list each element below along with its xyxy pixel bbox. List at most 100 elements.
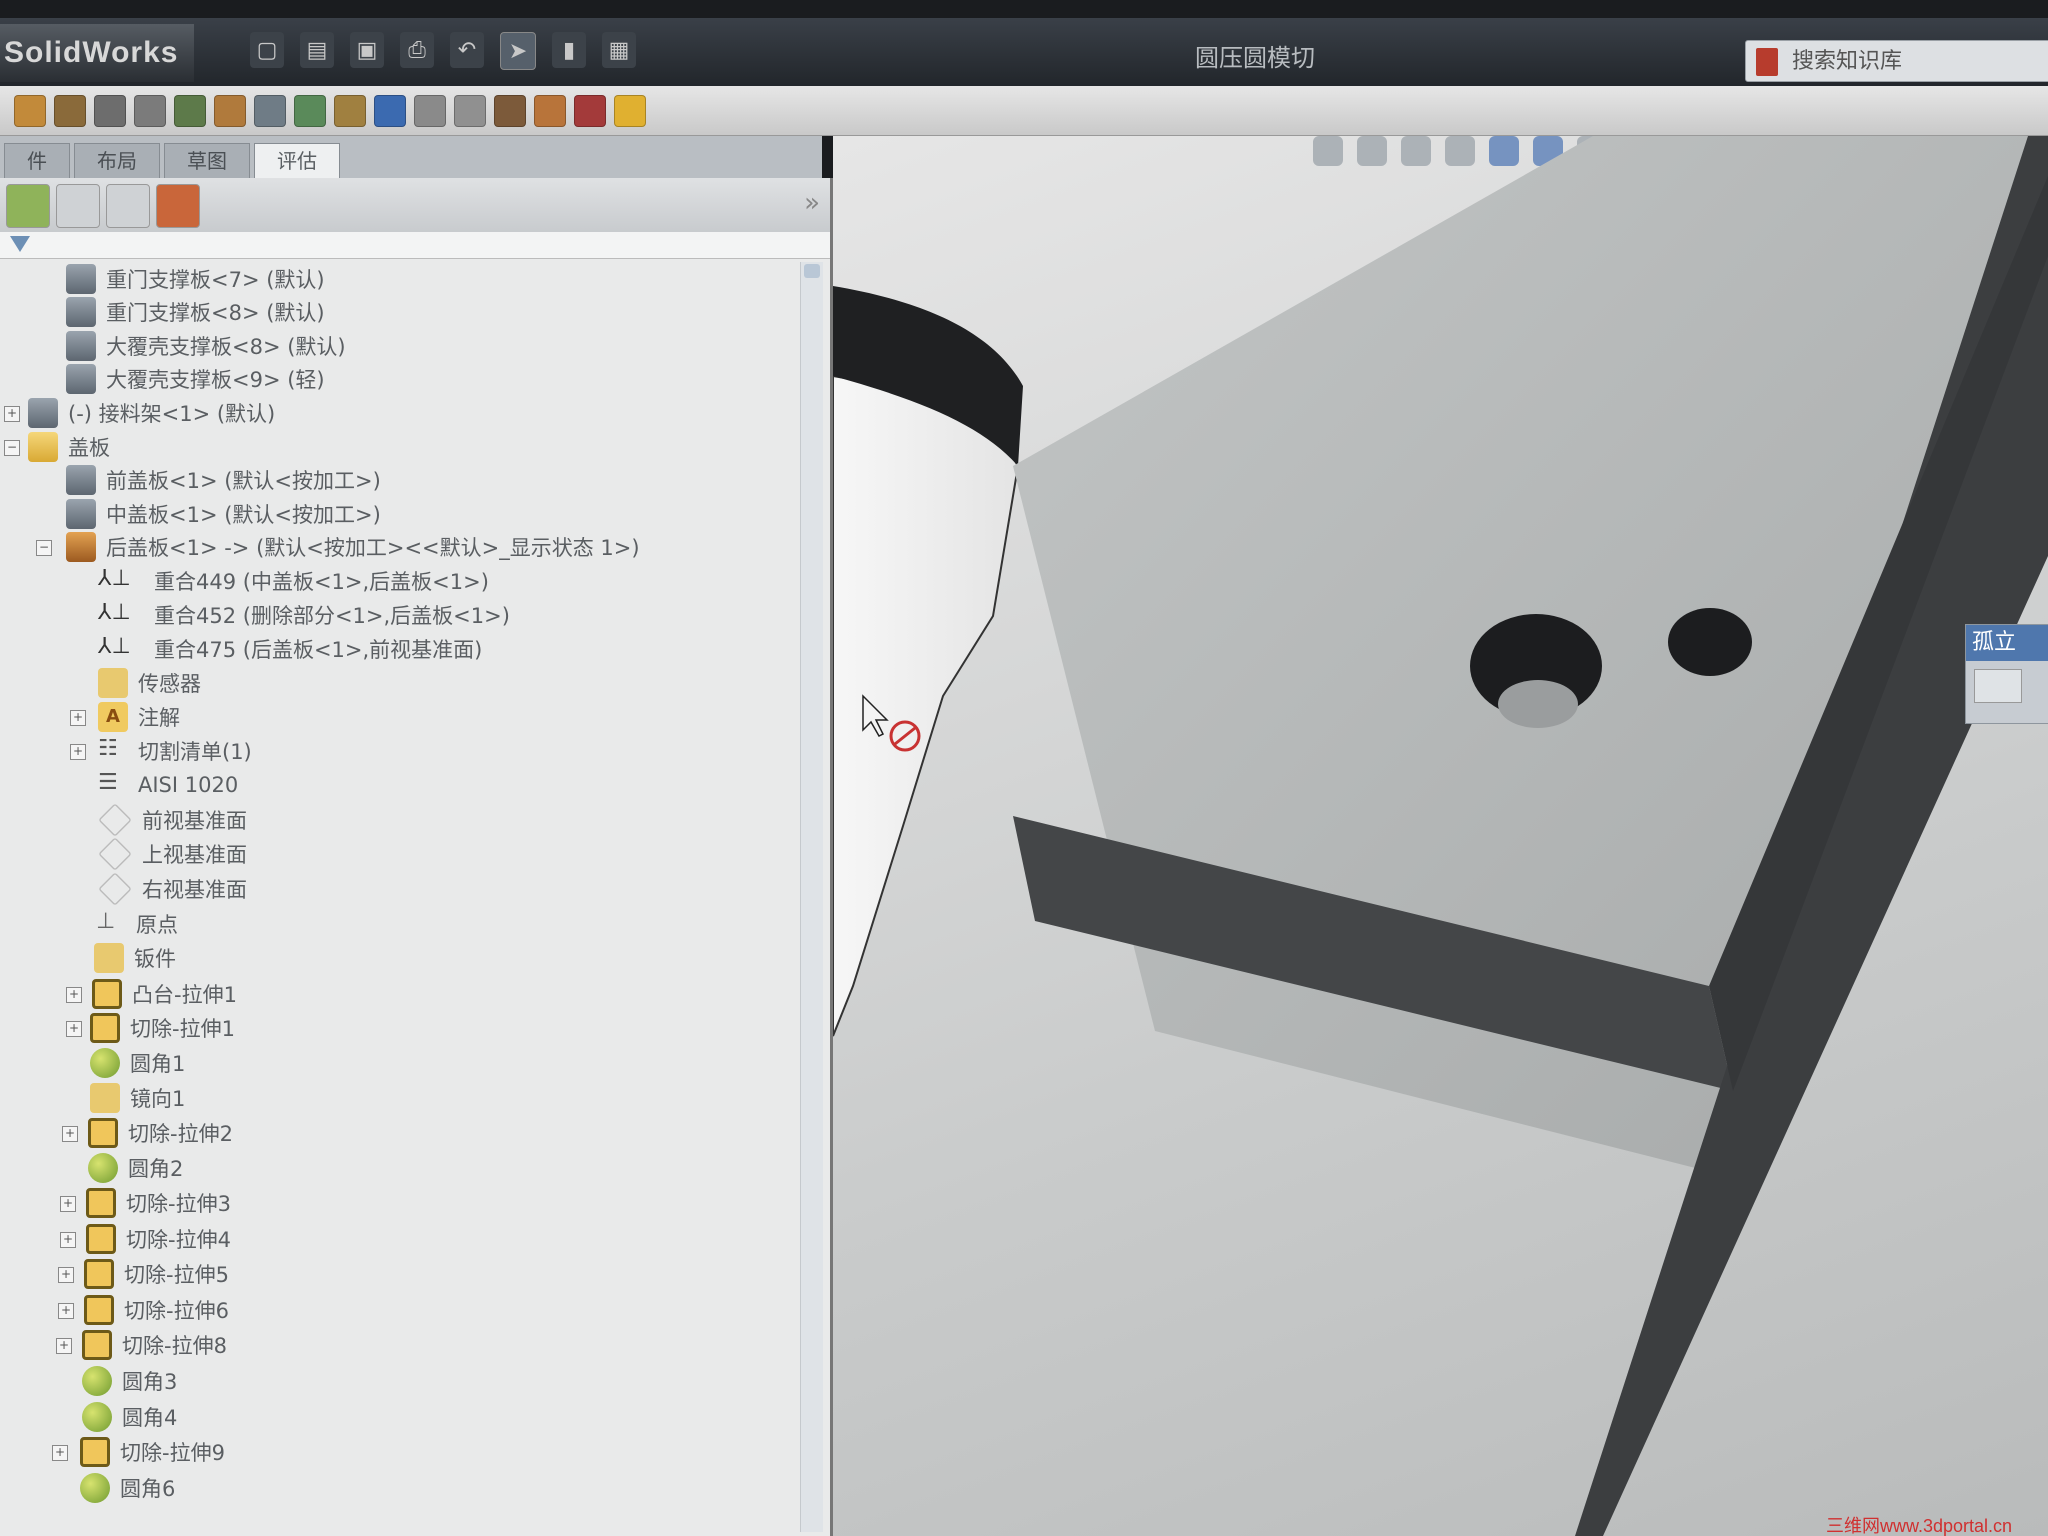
tree-item[interactable]: ⅄⊥ 重合449 (中盖板<1>,后盖板<1>) [98, 564, 489, 598]
tree-item[interactable]: ⊥ 原点 [96, 907, 178, 941]
assembly-features-icon[interactable] [214, 94, 246, 127]
tree-item[interactable]: 切除-拉伸4 [86, 1222, 231, 1256]
expand-toggle[interactable]: + [58, 1303, 74, 1319]
expand-toggle[interactable]: + [4, 406, 20, 422]
assembly-icon [66, 465, 96, 495]
insert-component-icon[interactable] [54, 94, 86, 127]
rebuild-icon[interactable]: ▮ [552, 32, 586, 68]
knowledge-search-box[interactable]: 搜索知识库 [1745, 40, 2048, 82]
expand-toggle[interactable]: + [60, 1232, 76, 1248]
tree-item[interactable]: 重门支撑板<7> (默认) [66, 262, 325, 296]
instant-3d-icon[interactable] [574, 94, 606, 127]
tree-item[interactable]: 圆角4 [82, 1400, 177, 1434]
select-pointer-icon[interactable]: ➤ [500, 32, 536, 70]
model-render [833, 136, 2048, 1536]
expand-toggle[interactable]: + [62, 1126, 78, 1142]
tree-item[interactable]: 前盖板<1> (默认<按加工>) [66, 463, 381, 497]
tree-item[interactable]: ☷ 切割清单(1) [98, 734, 252, 768]
tree-item-label: 前盖板<1> (默认<按加工>) [106, 469, 381, 493]
save-icon[interactable]: ▣ [350, 32, 384, 68]
reference-geometry-icon[interactable] [254, 94, 286, 127]
command-manager-tabs: 件 布局 草图 评估 [0, 136, 822, 178]
tree-item[interactable]: 后盖板<1> -> (默认<按加工><<默认>_显示状态 1>) [66, 530, 640, 564]
print-icon[interactable]: ⎙ [400, 32, 434, 68]
fillet-icon [82, 1402, 112, 1432]
tree-item[interactable]: 重门支撑板<8> (默认) [66, 295, 325, 329]
tree-item[interactable]: 切除-拉伸3 [86, 1186, 231, 1220]
expand-toggle[interactable]: + [66, 1021, 82, 1037]
plane-icon [98, 872, 132, 906]
expand-toggle[interactable]: + [58, 1267, 74, 1283]
expand-toggle[interactable]: + [70, 744, 86, 760]
assembly-icon [66, 364, 96, 394]
display-manager-icon[interactable] [156, 184, 200, 228]
tab-sketch[interactable]: 草图 [164, 143, 250, 178]
expand-toggle[interactable]: + [70, 710, 86, 726]
expand-toggle[interactable]: + [52, 1445, 68, 1461]
collapse-toggle[interactable]: − [36, 540, 52, 556]
tree-item[interactable]: ☰ AISI 1020 [98, 768, 238, 802]
tree-item[interactable]: 传感器 [98, 666, 201, 700]
tree-item[interactable]: 盖板 [28, 430, 110, 464]
tree-item[interactable]: 中盖板<1> (默认<按加工>) [66, 497, 381, 531]
new-document-icon[interactable]: ▢ [250, 32, 284, 68]
configuration-manager-icon[interactable] [106, 184, 150, 228]
interference-detection-icon[interactable] [454, 94, 486, 127]
explode-line-sketch-icon[interactable] [414, 94, 446, 127]
collapse-toggle[interactable]: − [4, 440, 20, 456]
open-folder-icon[interactable]: ▤ [300, 32, 334, 68]
tree-item[interactable]: 大覆壳支撑板<9> (轻) [66, 362, 325, 396]
feature-tree-icon[interactable] [6, 184, 50, 228]
tree-item[interactable]: ⅄⊥ 重合475 (后盖板<1>,前视基准面) [98, 632, 482, 666]
expand-toggle[interactable]: + [60, 1196, 76, 1212]
exit-isolate-button[interactable] [1974, 669, 2022, 703]
graphics-viewport[interactable] [833, 136, 2048, 1536]
tree-filter-row[interactable] [0, 232, 830, 259]
tree-item[interactable]: 圆角3 [82, 1364, 177, 1398]
file-properties-icon[interactable]: ▦ [602, 32, 636, 68]
property-manager-icon[interactable] [56, 184, 100, 228]
tree-item[interactable]: 圆角2 [88, 1151, 183, 1185]
tree-item[interactable]: 圆角1 [90, 1046, 185, 1080]
smart-fasteners-icon[interactable] [14, 94, 46, 127]
tab-layout[interactable]: 布局 [74, 143, 160, 178]
tree-item[interactable]: (-) 接料架<1> (默认) [28, 396, 275, 430]
expand-toggle[interactable]: + [66, 987, 82, 1003]
tree-item[interactable]: 切除-拉伸6 [84, 1293, 229, 1327]
document-title: 圆压圆模切 [1195, 44, 1315, 72]
move-component-icon[interactable] [134, 94, 166, 127]
tree-item[interactable]: 前视基准面 [98, 803, 247, 837]
tab-evaluate[interactable]: 评估 [254, 143, 340, 178]
tree-item[interactable]: 大覆壳支撑板<8> (默认) [66, 329, 346, 363]
clearance-verification-icon[interactable] [494, 94, 526, 127]
tree-item[interactable]: 切除-拉伸1 [90, 1011, 235, 1045]
expand-toggle[interactable]: + [56, 1338, 72, 1354]
tree-item[interactable]: 凸台-拉伸1 [92, 977, 237, 1011]
tree-item[interactable]: A 注解 [98, 700, 180, 734]
tree-item[interactable]: 上视基准面 [98, 837, 247, 871]
tree-item[interactable]: 圆角6 [80, 1471, 175, 1505]
tab-features[interactable]: 件 [4, 143, 70, 178]
expand-chevron-icon[interactable]: » [804, 188, 820, 218]
new-motion-study-icon[interactable] [294, 94, 326, 127]
undo-icon[interactable]: ↶ [450, 32, 484, 68]
tree-item[interactable]: 切除-拉伸9 [80, 1435, 225, 1469]
tree-item-label: 重合449 (中盖板<1>,后盖板<1>) [154, 570, 489, 594]
tree-item[interactable]: 钣件 [94, 941, 176, 975]
scroll-up-icon[interactable] [804, 264, 820, 278]
tree-item-label: 切除-拉伸5 [124, 1263, 229, 1287]
hide-show-icon[interactable] [174, 94, 206, 127]
exploded-view-icon[interactable] [374, 94, 406, 127]
tree-item[interactable]: 切除-拉伸8 [82, 1328, 227, 1362]
tree-item[interactable]: ⅄⊥ 重合452 (删除部分<1>,后盖板<1>) [98, 598, 510, 632]
bill-of-materials-icon[interactable] [334, 94, 366, 127]
filter-icon[interactable] [10, 236, 30, 252]
tree-item[interactable]: 右视基准面 [98, 872, 247, 906]
tree-item[interactable]: 镜向1 [90, 1081, 185, 1115]
tree-item[interactable]: 切除-拉伸2 [88, 1116, 233, 1150]
mate-icon[interactable] [94, 94, 126, 127]
hole-alignment-icon[interactable] [534, 94, 566, 127]
performance-evaluation-icon[interactable] [614, 94, 646, 127]
tree-item[interactable]: 切除-拉伸5 [84, 1257, 229, 1291]
tree-scrollbar[interactable] [800, 262, 823, 1532]
